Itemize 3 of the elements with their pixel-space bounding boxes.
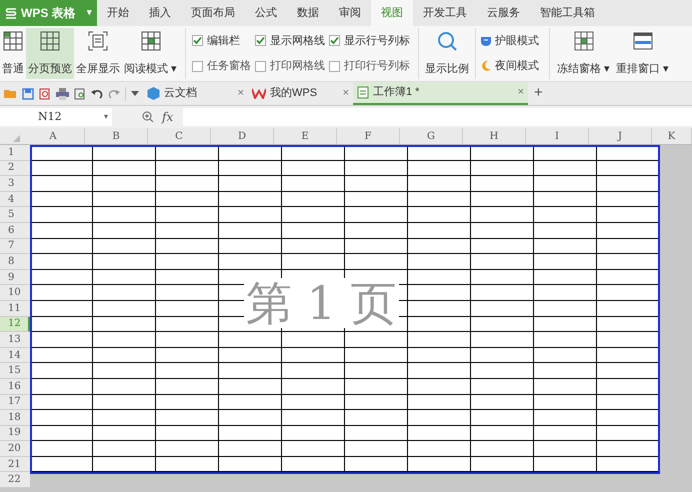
app-title: WPS 表格 [21, 5, 76, 22]
caret-icon: ▾ [87, 6, 92, 20]
page-number-overlay: 第 1 页 [244, 278, 399, 328]
